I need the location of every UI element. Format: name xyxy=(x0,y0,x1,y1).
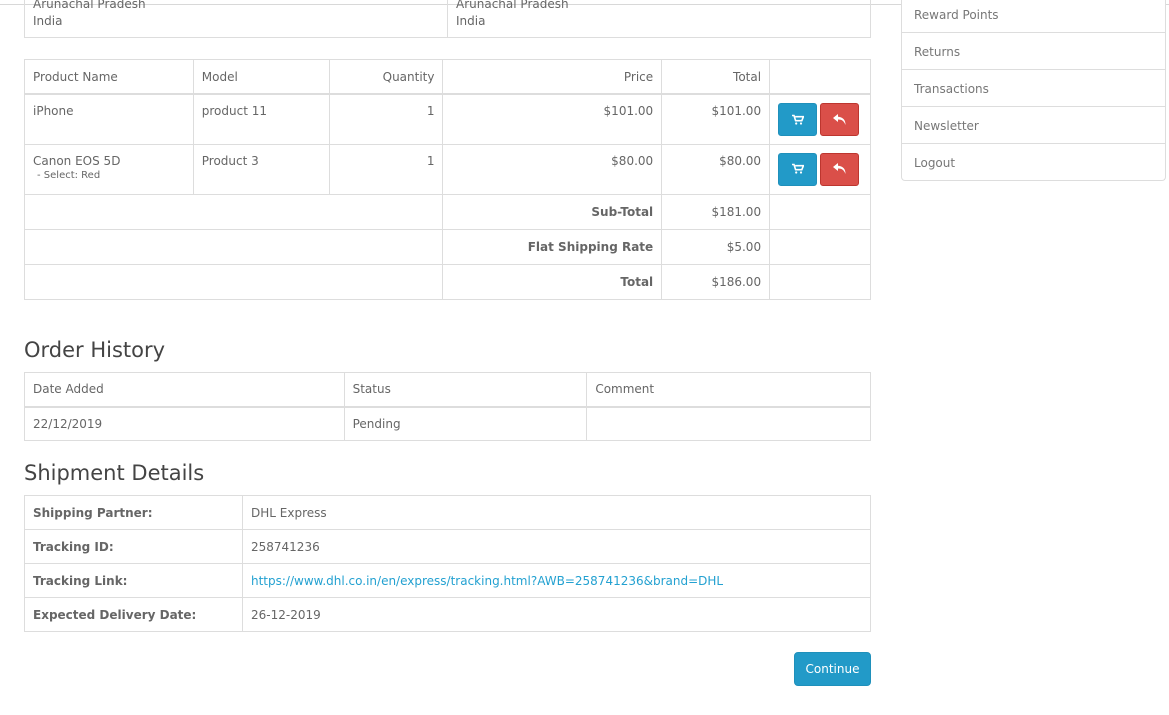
order-products-table: Product Name Model Quantity Price Total … xyxy=(23,59,871,300)
shipment-details-table: Shipping Partner: DHL Express Tracking I… xyxy=(24,495,871,632)
table-row: iPhone product 11 1 $101.00 $101.00 xyxy=(24,93,871,145)
address-country: India xyxy=(456,14,486,28)
total-value: $186.00 xyxy=(661,263,771,300)
product-quantity: 1 xyxy=(328,93,444,145)
shipping-row: Flat Shipping Rate $5.00 xyxy=(23,228,871,265)
tracking-link-label: Tracking Link: xyxy=(24,563,243,598)
history-date: 22/12/2019 xyxy=(24,406,345,441)
cart-icon xyxy=(791,114,804,125)
return-button[interactable] xyxy=(820,152,860,186)
return-button[interactable] xyxy=(820,103,860,136)
shipping-partner-label: Shipping Partner: xyxy=(24,495,243,530)
table-row: 22/12/2019 Pending xyxy=(24,406,871,441)
row-actions xyxy=(769,143,871,195)
subtotal-row: Sub-Total $181.00 xyxy=(23,193,871,230)
tracking-id-value: 258741236 xyxy=(242,529,871,564)
tracking-id-label: Tracking ID: xyxy=(24,529,243,564)
total-label: Flat Shipping Rate xyxy=(442,228,663,265)
shipping-address: Arunachal Pradesh India xyxy=(448,0,871,37)
column-header-quantity: Quantity xyxy=(328,59,444,95)
column-header-actions xyxy=(769,59,871,95)
address-table: Arunachal Pradesh India Arunachal Prades… xyxy=(24,0,871,38)
reorder-button[interactable] xyxy=(778,103,818,136)
address-country: India xyxy=(33,14,63,28)
table-row: Tracking ID: 258741236 xyxy=(24,529,871,564)
product-model: Product 3 xyxy=(192,143,330,195)
total-value: $5.00 xyxy=(661,228,771,265)
product-model: product 11 xyxy=(192,93,330,145)
menu-item-returns[interactable]: Returns xyxy=(902,32,1165,69)
account-menu: Reward Points Returns Transactions Newsl… xyxy=(901,0,1166,181)
table-row: Expected Delivery Date: 26-12-2019 xyxy=(24,597,871,632)
product-total: $80.00 xyxy=(661,143,771,195)
column-header-status: Status xyxy=(343,372,588,408)
reorder-button[interactable] xyxy=(778,152,818,186)
row-actions xyxy=(769,93,871,145)
shipping-partner-value: DHL Express xyxy=(242,495,871,530)
payment-address: Arunachal Pradesh India xyxy=(25,0,448,37)
menu-item-transactions[interactable]: Transactions xyxy=(902,69,1165,106)
column-header-price: Price xyxy=(442,59,663,95)
cart-icon xyxy=(791,163,804,174)
order-history-table: Date Added Status Comment 22/12/2019 Pen… xyxy=(24,372,871,441)
delivery-date-value: 26-12-2019 xyxy=(242,597,871,632)
grand-total-row: Total $186.00 xyxy=(23,263,871,300)
total-label: Total xyxy=(442,263,663,300)
product-price: $80.00 xyxy=(442,143,663,195)
history-status: Pending xyxy=(343,406,588,441)
shipment-details-heading: Shipment Details xyxy=(24,461,205,485)
order-history-heading: Order History xyxy=(24,338,166,362)
column-header-product-name: Product Name xyxy=(24,59,194,95)
table-header-row: Product Name Model Quantity Price Total xyxy=(24,59,871,95)
tracking-link[interactable]: https://www.dhl.co.in/en/express/trackin… xyxy=(251,574,723,588)
product-name: iPhone xyxy=(33,104,74,118)
total-value: $181.00 xyxy=(661,193,771,230)
column-header-total: Total xyxy=(661,59,771,95)
table-row: Tracking Link: https://www.dhl.co.in/en/… xyxy=(24,563,871,598)
product-price: $101.00 xyxy=(442,93,663,145)
column-header-comment: Comment xyxy=(586,372,871,408)
reply-icon xyxy=(832,113,846,125)
continue-button[interactable]: Continue xyxy=(794,652,871,686)
table-row: Shipping Partner: DHL Express xyxy=(24,495,871,530)
table-header-row: Date Added Status Comment xyxy=(24,372,871,408)
delivery-date-label: Expected Delivery Date: xyxy=(24,597,243,632)
total-label: Sub-Total xyxy=(442,193,663,230)
product-total: $101.00 xyxy=(661,93,771,145)
menu-item-logout[interactable]: Logout xyxy=(902,143,1165,180)
history-comment xyxy=(586,406,871,441)
address-state: Arunachal Pradesh xyxy=(456,0,569,11)
column-header-model: Model xyxy=(192,59,330,95)
address-state: Arunachal Pradesh xyxy=(33,0,146,11)
reply-icon xyxy=(832,163,846,174)
menu-item-reward-points[interactable]: Reward Points xyxy=(902,0,1165,32)
table-row: Canon EOS 5D - Select: Red Product 3 1 $… xyxy=(24,143,871,195)
product-quantity: 1 xyxy=(328,143,444,195)
product-name: Canon EOS 5D xyxy=(33,153,121,168)
menu-item-newsletter[interactable]: Newsletter xyxy=(902,106,1165,143)
product-option: - Select: Red xyxy=(37,169,101,181)
column-header-date: Date Added xyxy=(24,372,345,408)
